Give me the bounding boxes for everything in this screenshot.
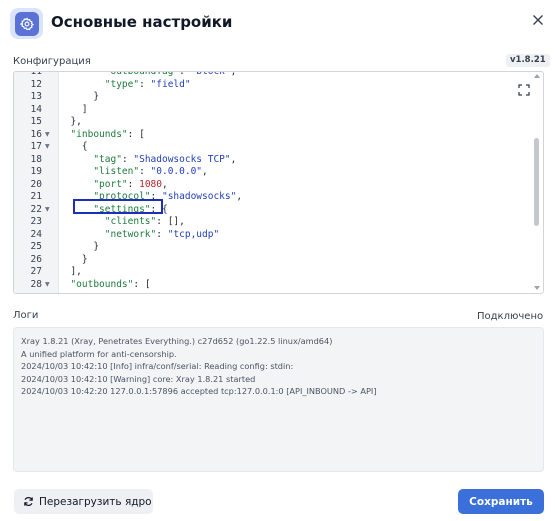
line-number: 18	[30, 153, 42, 165]
line-number: 23	[30, 216, 42, 227]
config-label: Конфигурация	[13, 56, 91, 67]
line-number: 17	[30, 141, 42, 152]
line-number: 24	[30, 228, 42, 240]
logs-panel: Xray 1.8.21 (Xray, Penetrates Everything…	[13, 327, 544, 472]
connection-status: Подключено	[477, 311, 544, 322]
code-line: "type": "field"	[104, 78, 191, 90]
code-line: "network": "tcp,udp"	[104, 228, 220, 240]
save-label: Сохранить	[469, 495, 533, 508]
editor-scrollbar[interactable]	[531, 72, 543, 293]
code-line: ]	[59, 103, 88, 115]
code-area[interactable]: "outboundTag": "block", "type": "field" …	[59, 72, 531, 293]
log-line: 2024/10/03 10:42:10 [Warning] core: Xray…	[21, 373, 256, 384]
line-number: 27	[30, 266, 42, 277]
logs-label: Логи	[13, 310, 39, 321]
log-line: 2024/10/03 10:42:10 [Info] infra/conf/se…	[21, 361, 294, 371]
code-line: }	[59, 241, 100, 252]
expand-icon[interactable]	[518, 81, 530, 96]
code-line: "listen": "0.0.0.0",	[93, 166, 208, 177]
code-line: {	[59, 141, 88, 152]
fold-icon[interactable]: ▼	[45, 141, 50, 154]
code-line: "inbounds": [	[70, 128, 145, 140]
line-number: 22	[30, 203, 42, 215]
line-number: 15	[30, 116, 42, 127]
line-number: 13	[30, 91, 42, 102]
code-line: "port": 1080,	[93, 178, 168, 190]
version-badge: v1.8.21	[506, 54, 550, 67]
restart-label: Перезагрузить ядро	[39, 495, 152, 508]
restart-core-button[interactable]: Перезагрузить ядро	[14, 489, 153, 514]
code-line: "clients": [],	[104, 216, 185, 227]
fold-icon[interactable]: ▼	[45, 279, 50, 292]
settings-logo	[10, 8, 43, 39]
code-line: }	[59, 91, 100, 102]
code-line: "outbounds": [	[70, 278, 151, 290]
scroll-down-icon[interactable]	[534, 286, 540, 290]
dialog-title: Основные настройки	[51, 13, 233, 31]
highlight-box	[73, 199, 163, 214]
code-line: },	[59, 116, 82, 127]
line-number: 16	[30, 128, 42, 140]
code-line: ],	[59, 266, 82, 277]
line-number: 20	[30, 178, 42, 190]
log-line: 2024/10/03 10:42:20 127.0.0.1:57896 acce…	[21, 386, 377, 396]
code-line: "outboundTag": "block",	[104, 71, 237, 77]
line-number: 26	[30, 253, 42, 265]
refresh-icon	[23, 496, 34, 507]
log-line: A unified platform for anti-censorship.	[21, 348, 177, 359]
line-number: 19	[30, 166, 42, 177]
scroll-up-icon[interactable]	[534, 74, 540, 78]
scrollbar-thumb[interactable]	[534, 138, 539, 226]
gear-icon	[14, 11, 39, 36]
line-number: 28	[30, 278, 42, 290]
save-button[interactable]: Сохранить	[458, 489, 544, 514]
log-line: Xray 1.8.21 (Xray, Penetrates Everything…	[21, 336, 333, 346]
line-number: 12	[30, 78, 42, 90]
fold-icon[interactable]: ▼	[45, 204, 50, 217]
fold-icon[interactable]: ▼	[45, 129, 50, 142]
line-number: 25	[30, 241, 42, 252]
line-number-gutter: 11 12 13 14 15 16 ▼ 17 ▼ 18 19 20 21 22 ▼ 23 24 25 26 27 28 ▼	[14, 72, 59, 293]
code-line: }	[59, 253, 88, 265]
close-icon[interactable]	[528, 10, 548, 30]
config-editor[interactable]: 11 12 13 14 15 16 ▼ 17 ▼ 18 19 20 21 22 ▼ 23 24 25 26 27 28 ▼…	[13, 71, 544, 294]
line-number: 11	[30, 71, 42, 77]
line-number: 21	[30, 191, 42, 202]
code-line: "tag": "Shadowsocks TCP",	[93, 153, 237, 165]
line-number: 14	[30, 103, 42, 115]
dialog-header: Основные настройки	[0, 0, 555, 48]
